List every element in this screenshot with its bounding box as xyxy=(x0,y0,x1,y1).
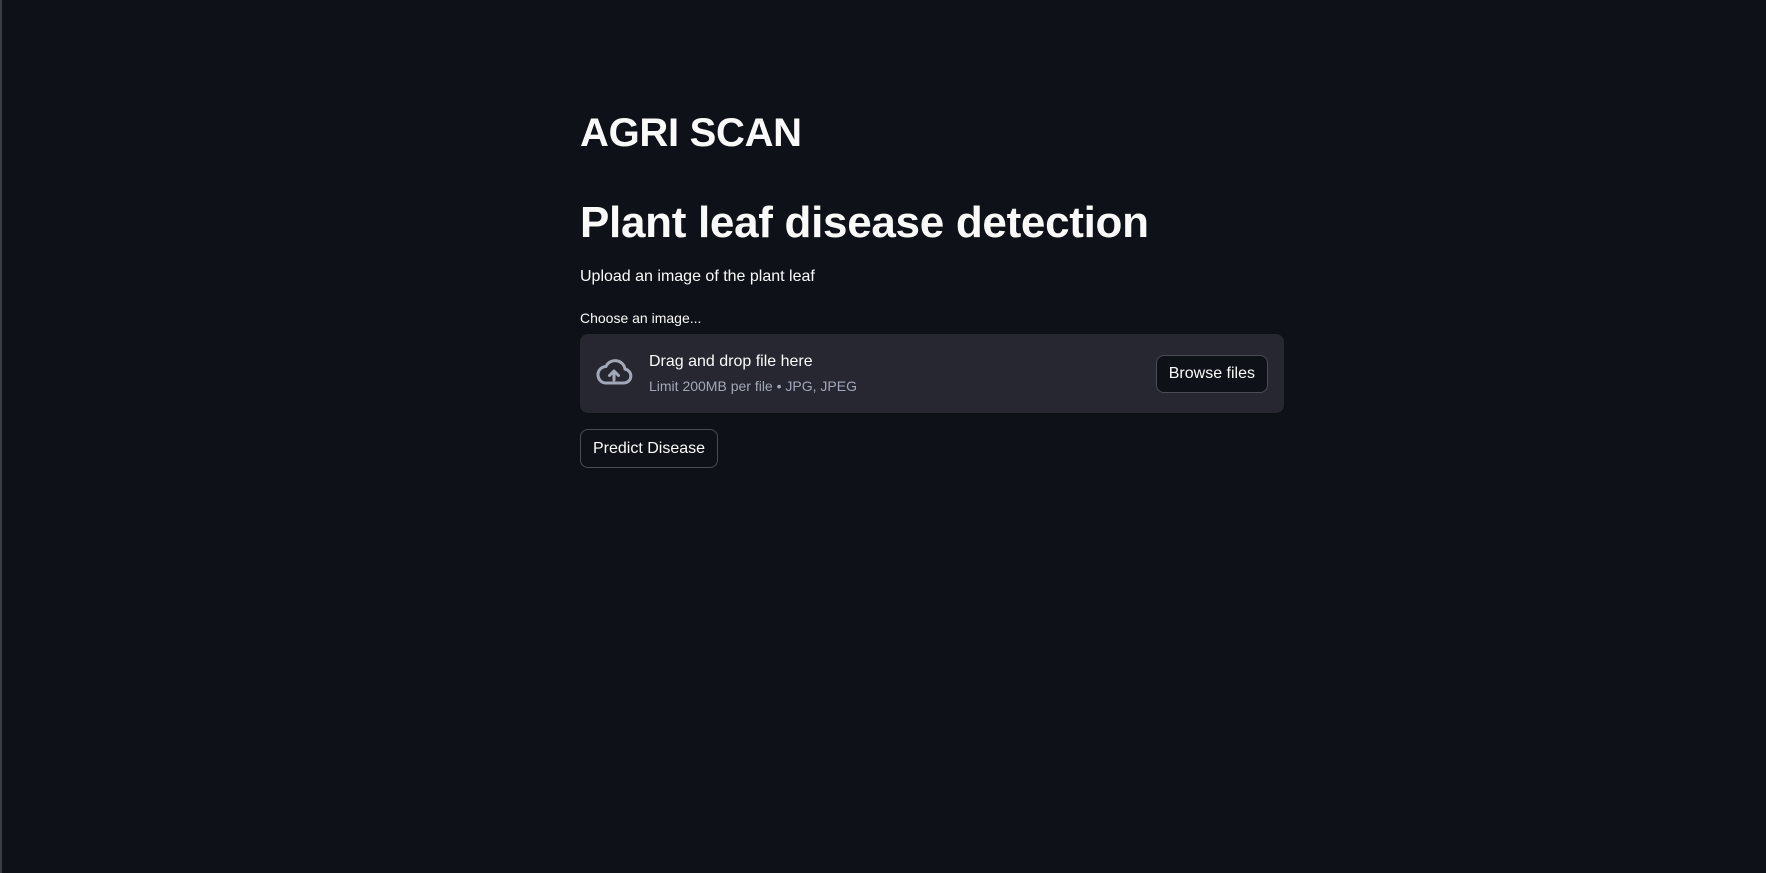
page-subtitle: Upload an image of the plant leaf xyxy=(580,268,815,285)
file-dropzone[interactable]: Drag and drop file here Limit 200MB per … xyxy=(580,334,1284,413)
browse-files-button[interactable]: Browse files xyxy=(1155,355,1268,393)
dropzone-title: Drag and drop file here xyxy=(649,353,813,370)
cloud-upload-icon xyxy=(596,359,633,385)
window-left-edge xyxy=(0,0,2,873)
page-title: Plant leaf disease detection xyxy=(580,198,1149,247)
file-uploader-label: Choose an image... xyxy=(580,310,702,326)
predict-disease-button[interactable]: Predict Disease xyxy=(580,429,719,468)
app-title: AGRI SCAN xyxy=(580,111,802,155)
dropzone-limit-text: Limit 200MB per file • JPG, JPEG xyxy=(649,378,857,394)
dropzone-instructions: Drag and drop file here Limit 200MB per … xyxy=(649,351,857,395)
